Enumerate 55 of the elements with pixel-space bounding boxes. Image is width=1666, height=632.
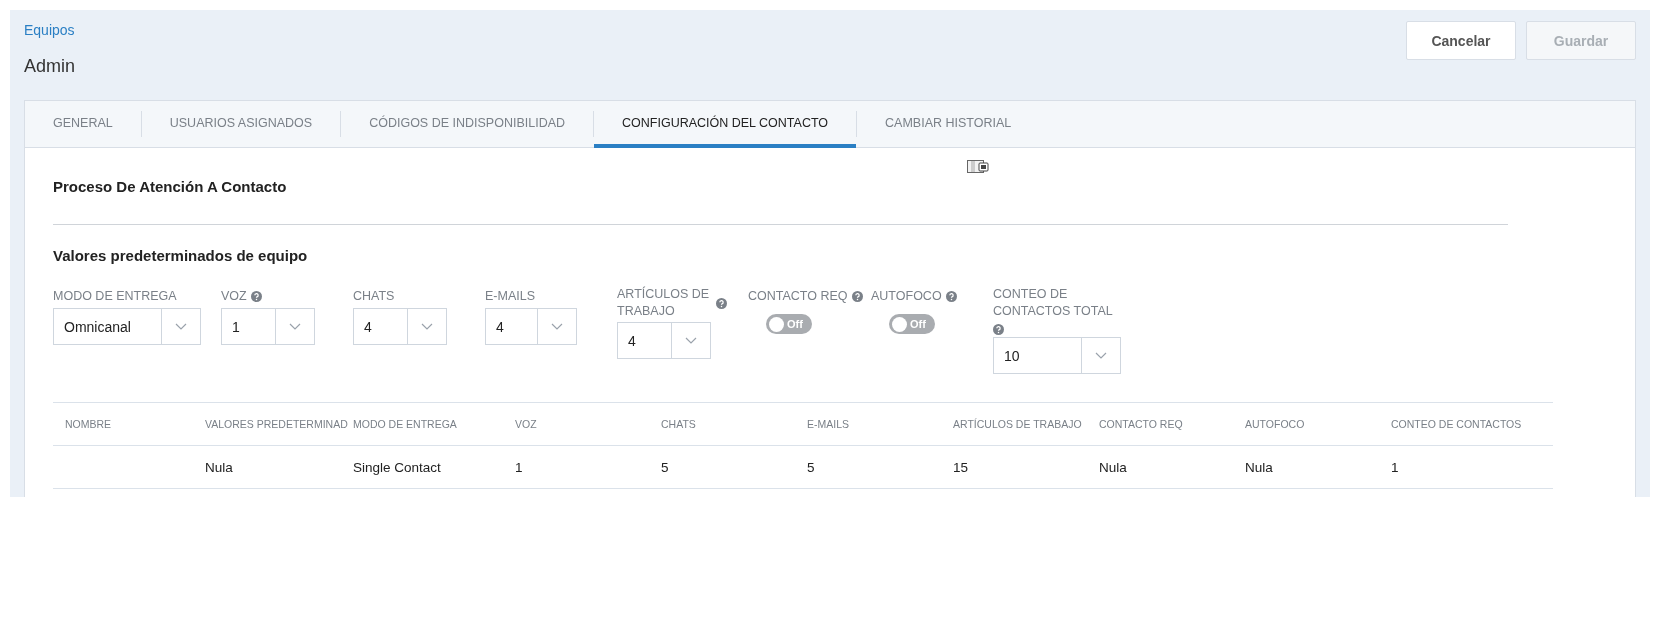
tab[interactable]: USUARIOS ASIGNADOS: [141, 101, 341, 148]
chevron-down-icon: [175, 323, 187, 330]
dropdown[interactable]: 4: [485, 308, 577, 345]
dropdown[interactable]: 10: [993, 337, 1121, 374]
help-icon[interactable]: [993, 324, 1004, 335]
chevron-down-icon: [685, 337, 697, 344]
table-cell-text: 1: [1391, 459, 1400, 475]
table-cell-text: 1: [515, 459, 524, 475]
breadcrumb-link[interactable]: Equipos: [24, 22, 76, 38]
table-cell-text: 5: [661, 459, 670, 475]
table-cell-text: Nula: [1099, 459, 1128, 475]
field-label: VOZ: [221, 287, 247, 305]
card-icon: [967, 160, 989, 174]
table-cell-text: Single Contact: [353, 459, 442, 475]
field-label: E-MAILS: [485, 287, 535, 305]
table-cell-text: Nula: [1245, 459, 1274, 475]
tab[interactable]: CONFIGURACIÓN DEL CONTACTO: [594, 101, 857, 148]
help-icon[interactable]: [716, 297, 727, 309]
page-title: Admin: [24, 56, 76, 77]
dropdown[interactable]: 1: [221, 308, 315, 345]
cancel-button[interactable]: Cancelar: [1406, 21, 1516, 60]
help-icon[interactable]: [851, 290, 863, 302]
column-header: AUTOFOCO: [1245, 418, 1305, 430]
column-header: MODO DE ENTREGA: [353, 418, 457, 430]
field-label: AUTOFOCO: [871, 287, 942, 305]
field-label: CHATS: [353, 287, 395, 305]
column-header: ARTÍCULOS DE TRABAJO: [953, 418, 1082, 430]
tab[interactable]: GENERAL: [25, 101, 141, 148]
dropdown[interactable]: 4: [617, 322, 711, 359]
subsection-title: Valores predeterminados de equipo: [53, 247, 309, 264]
column-header: CONTACTO REQ: [1099, 418, 1183, 430]
tab[interactable]: CÓDIGOS DE INDISPONIBILIDAD: [341, 101, 594, 148]
field-label: ARTÍCULOS DE TRABAJO: [617, 286, 711, 320]
chevron-down-icon: [289, 323, 301, 330]
chevron-down-icon: [551, 323, 563, 330]
column-header: VALORES PREDETERMINAD: [205, 418, 348, 430]
column-header: NOMBRE: [65, 418, 112, 430]
table-cell-text: 15: [953, 459, 970, 475]
dropdown[interactable]: 4: [353, 308, 447, 345]
field-label: CONTEO DE CONTACTOS TOTAL: [993, 286, 1114, 320]
help-icon[interactable]: [945, 290, 957, 302]
dropdown[interactable]: Omnicanal: [53, 308, 201, 345]
table-cell-text: 5: [807, 459, 816, 475]
tab[interactable]: CAMBIAR HISTORIAL: [857, 101, 1040, 148]
column-header: CONTEO DE CONTACTOS: [1391, 418, 1522, 430]
field-label: MODO DE ENTREGA: [53, 287, 177, 305]
help-icon[interactable]: [250, 290, 262, 302]
column-header: CHATS: [661, 418, 696, 430]
section-title: Proceso De Atención A Contacto: [53, 177, 287, 195]
chevron-down-icon: [421, 323, 433, 330]
table-cell-text: Nula: [205, 459, 234, 475]
chevron-down-icon: [1095, 352, 1107, 359]
column-header: E-MAILS: [807, 418, 849, 430]
column-header: VOZ: [515, 418, 537, 430]
field-label: CONTACTO REQ: [748, 287, 848, 305]
